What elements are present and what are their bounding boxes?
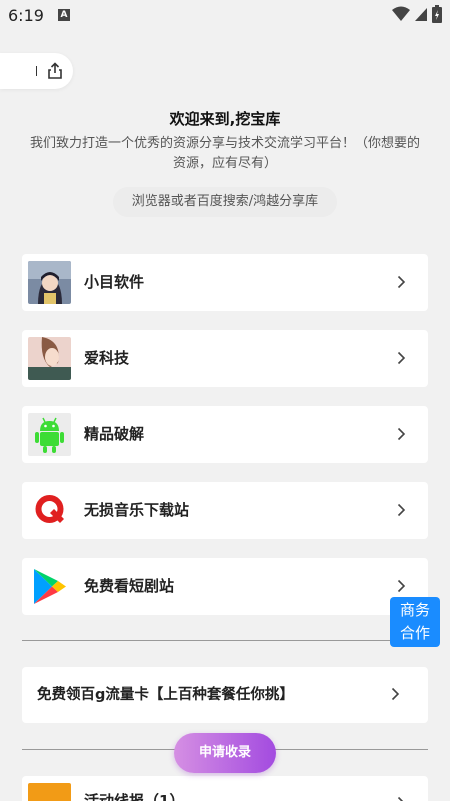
search-hint: 浏览器或者百度搜索/鸿越分享库 [113,187,337,217]
notification-icon: A [58,9,70,21]
partial-item-label: 活动线报（1） [84,792,185,801]
status-bar: 6:19 A [0,0,450,30]
share-icon[interactable] [46,62,64,80]
anime-avatar-icon [28,261,71,304]
site-label: 免费看短剧站 [84,577,175,595]
status-time: 6:19 [8,6,44,25]
site-label: 无损音乐下载站 [84,501,190,519]
site-label: 小目软件 [84,273,145,291]
portrait-photo-icon [28,337,71,380]
business-line-1: 商务 [399,601,430,619]
share-pill[interactable] [0,53,73,89]
business-cooperation-button[interactable]: 商务 合作 [390,597,440,647]
site-card-xiaomu[interactable]: 小目软件 [22,254,428,311]
section-divider [22,640,428,641]
chevron-right-icon [397,796,404,801]
activity-icon [28,783,71,801]
page-title: 欢迎来到,挖宝库 [169,110,281,128]
wifi-icon [392,6,410,21]
page-description: 我们致力打造一个优秀的资源分享与技术交流学习平台！（你想要的资源，应有尽有） [29,136,420,171]
site-card-aikeji[interactable]: 爱科技 [22,330,428,387]
play-store-icon [28,565,71,608]
chevron-right-icon [391,687,400,701]
promo-card[interactable]: 免费领百g流量卡【上百种套餐任你挑】 [22,667,428,723]
partial-list-item[interactable]: 活动线报（1） [22,776,428,801]
business-line-2: 合作 [399,624,430,642]
android-robot-icon [28,413,71,456]
battery-icon [432,5,442,23]
promo-label: 免费领百g流量卡【上百种套餐任你挑】 [37,687,294,703]
signal-icon [415,8,427,21]
chevron-right-icon [397,503,406,517]
site-card-music[interactable]: 无损音乐下载站 [22,482,428,539]
chevron-right-icon [397,427,406,441]
site-card-drama[interactable]: 免费看短剧站 [22,558,428,615]
pill-divider [36,66,37,76]
chevron-right-icon [397,275,406,289]
site-label: 精品破解 [84,425,145,443]
chevron-right-icon [397,579,406,593]
site-card-jingpin[interactable]: 精品破解 [22,406,428,463]
apply-listing-button[interactable]: 申请收录 [174,733,276,773]
red-q-logo-icon [28,489,71,532]
chevron-right-icon [397,351,406,365]
site-label: 爱科技 [84,349,130,367]
